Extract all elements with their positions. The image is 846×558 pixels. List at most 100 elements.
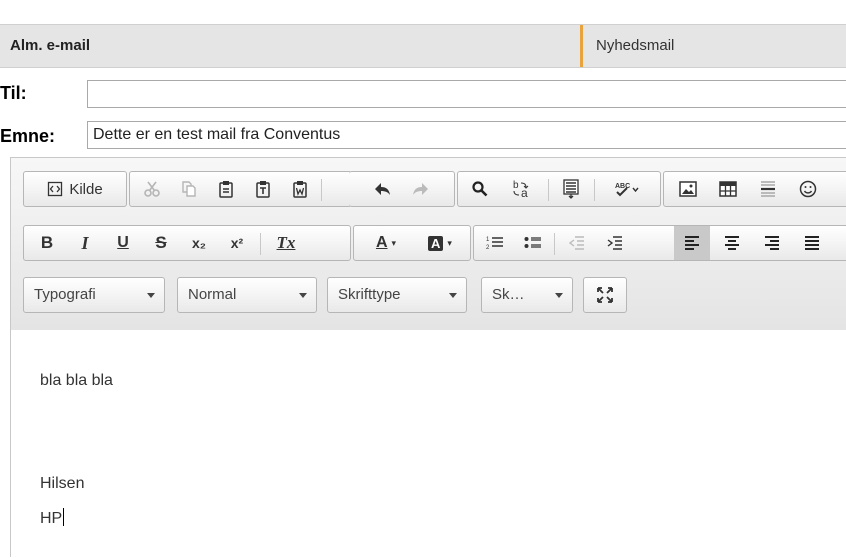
strikethrough-icon: S [155, 233, 167, 252]
editor-content[interactable]: bla bla bla Hilsen HP [11, 330, 846, 558]
tab-divider [580, 25, 583, 67]
remove-format-icon: Tx [276, 233, 296, 252]
subscript-button[interactable]: x₂ [182, 226, 216, 260]
chevron-down-icon [449, 293, 457, 298]
underline-button[interactable]: U [106, 226, 140, 260]
redo-button[interactable] [404, 172, 438, 206]
to-field[interactable] [87, 80, 846, 108]
numbered-list-button[interactable]: 12 [478, 226, 512, 260]
paragraph-group: 12 [473, 225, 846, 261]
format-combo-label: Typografi [34, 286, 96, 303]
search-icon [471, 180, 489, 198]
maximize-icon [596, 286, 614, 304]
smiley-button[interactable] [790, 172, 826, 206]
bg-color-button[interactable]: A ▾ [414, 226, 466, 260]
subject-field[interactable] [87, 121, 846, 149]
indent-button[interactable] [598, 226, 632, 260]
tab-alm-email[interactable]: Alm. e-mail [10, 25, 90, 67]
superscript-button[interactable]: x² [220, 226, 254, 260]
style-combo-label: Normal [188, 286, 237, 303]
svg-text:b: b [513, 180, 519, 191]
source-icon [47, 181, 63, 197]
chevron-down-icon: ▾ [391, 237, 397, 248]
bg-color-icon: A [428, 235, 444, 251]
outdent-icon [569, 235, 585, 251]
scissors-icon [143, 180, 161, 198]
maximize-group [583, 277, 627, 313]
source-group: Kilde [23, 171, 127, 207]
format-combo[interactable]: Typografi [23, 277, 165, 313]
paste-word-button[interactable] [283, 172, 317, 206]
svg-text:1: 1 [486, 237, 490, 243]
strike-button[interactable]: S [144, 226, 178, 260]
copy-icon [180, 180, 198, 198]
chevron-down-icon: ▾ [447, 237, 452, 248]
align-left-icon [684, 236, 700, 250]
smiley-icon [799, 180, 817, 198]
paste-text-button[interactable] [246, 172, 280, 206]
editor-toolbar: Kilde b a ABC B I U S x₂ x² Tx A ▾ A ▾ 1… [11, 158, 846, 331]
text-color-button[interactable]: A ▾ [360, 226, 412, 260]
numbered-list-icon: 12 [486, 235, 504, 251]
font-combo-label: Skrifttype [338, 286, 401, 303]
select-all-icon [562, 179, 580, 199]
replace-icon: ba [511, 179, 533, 199]
paste-word-icon [291, 180, 309, 198]
bulleted-list-button[interactable] [516, 226, 550, 260]
remove-format-button[interactable]: Tx [266, 226, 306, 260]
horizontal-line-button[interactable] [750, 172, 786, 206]
size-combo[interactable]: Sk… [481, 277, 573, 313]
undo-group [349, 171, 455, 207]
maximize-button[interactable] [588, 278, 622, 312]
paste-button[interactable] [209, 172, 243, 206]
redo-icon [412, 181, 430, 197]
spellcheck-icon: ABC [614, 180, 640, 198]
content-line: HP [40, 510, 63, 527]
outdent-button[interactable] [560, 226, 594, 260]
copy-button[interactable] [172, 172, 206, 206]
align-left-button[interactable] [674, 226, 710, 260]
underline-icon: U [117, 234, 129, 251]
spellcheck-button[interactable]: ABC [599, 172, 655, 206]
paste-text-icon [254, 180, 272, 198]
align-right-button[interactable] [754, 226, 790, 260]
undo-button[interactable] [365, 172, 399, 206]
chevron-down-icon [299, 293, 307, 298]
italic-icon: I [81, 232, 89, 253]
align-center-button[interactable] [714, 226, 750, 260]
chevron-down-icon [147, 293, 155, 298]
chevron-down-icon [555, 293, 563, 298]
source-label: Kilde [69, 180, 103, 198]
find-button[interactable] [462, 172, 498, 206]
italic-button[interactable]: I [68, 226, 102, 260]
text-color-icon: A [375, 234, 388, 251]
select-all-button[interactable] [553, 172, 589, 206]
toolbar-separator [548, 179, 549, 201]
bold-button[interactable]: B [30, 226, 64, 260]
subscript-icon: x₂ [191, 235, 206, 251]
cut-button[interactable] [135, 172, 169, 206]
font-combo[interactable]: Skrifttype [327, 277, 467, 313]
replace-button[interactable]: ba [502, 172, 542, 206]
content-line: Hilsen [40, 475, 85, 492]
table-button[interactable] [710, 172, 746, 206]
tab-nyhedsmail[interactable]: Nyhedsmail [596, 25, 674, 67]
text-caret [63, 508, 65, 526]
source-button[interactable]: Kilde [24, 172, 126, 206]
image-icon [679, 181, 697, 197]
find-group: ba ABC [457, 171, 661, 207]
svg-text:a: a [521, 186, 528, 199]
svg-text:ABC: ABC [615, 183, 630, 190]
image-button[interactable] [670, 172, 706, 206]
toolbar-separator [260, 233, 261, 255]
svg-text:2: 2 [486, 245, 490, 251]
toolbar-separator [554, 233, 555, 255]
justify-button[interactable] [794, 226, 830, 260]
clipboard-group [129, 171, 352, 207]
undo-icon [373, 181, 391, 197]
to-label: Til: [0, 83, 27, 103]
style-combo[interactable]: Normal [177, 277, 317, 313]
content-line: bla bla bla [40, 372, 113, 389]
table-icon [719, 181, 737, 197]
horizontal-line-icon [760, 180, 776, 198]
